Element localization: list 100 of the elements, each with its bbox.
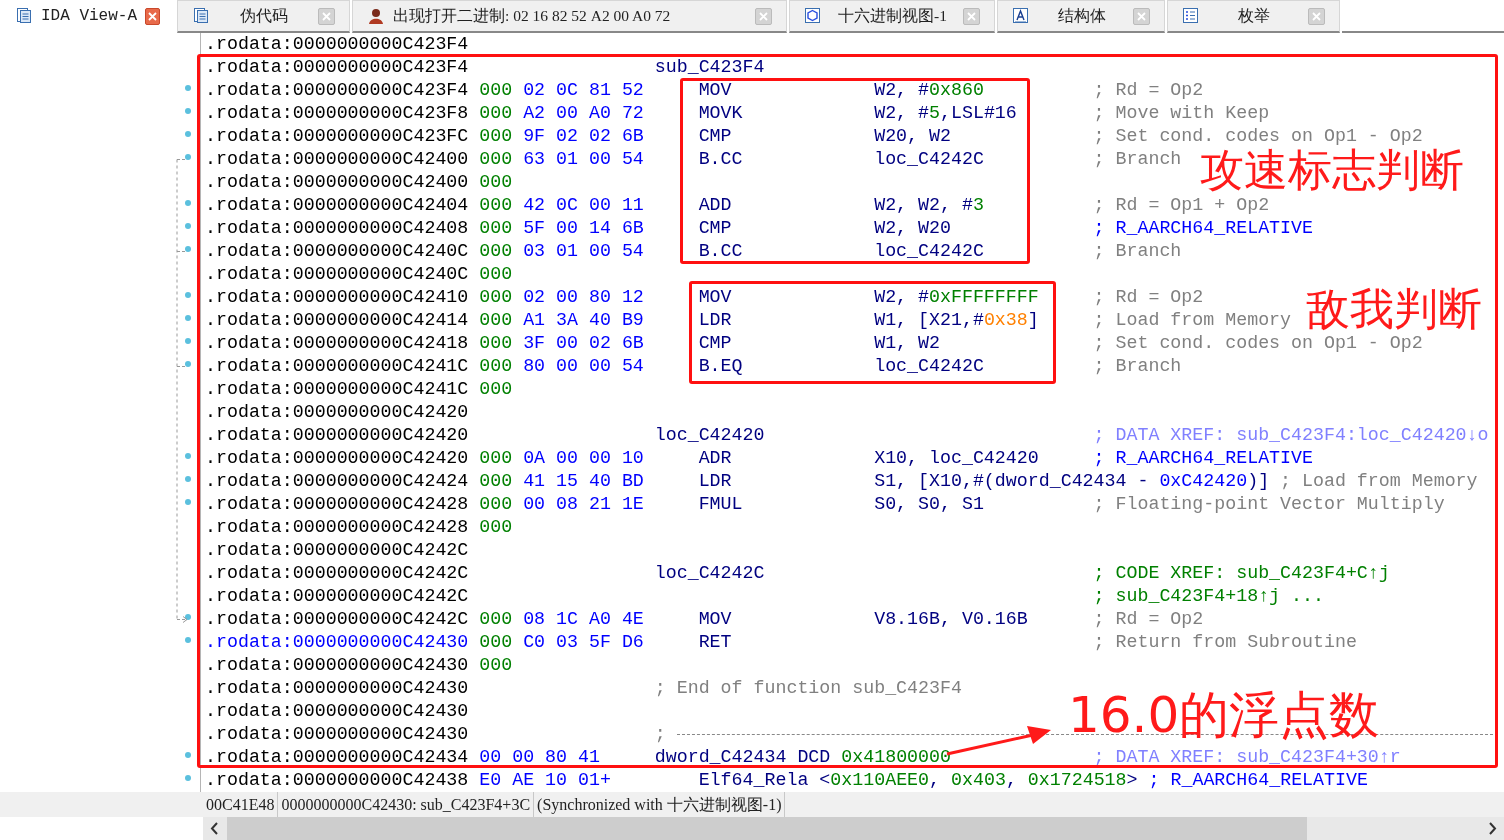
close-icon	[967, 11, 976, 21]
tab[interactable]: 结构体	[997, 0, 1165, 33]
tab[interactable]: 枚举	[1167, 0, 1340, 33]
address-text[interactable]: .rodata:0000000000C42408	[205, 217, 480, 240]
structure-icon	[1012, 7, 1030, 25]
mnemonic-text: CMP	[698, 332, 733, 355]
comment-text: ; DATA XREF: sub_C423F4+30↑r	[1093, 746, 1401, 769]
address-text[interactable]: .rodata:0000000000C4241C	[205, 355, 480, 378]
operand-text: V8.16B, V0.16B	[874, 609, 1028, 629]
address-text[interactable]: .rodata:0000000000C4241C	[205, 378, 480, 401]
address-text[interactable]: .rodata:0000000000C42404	[205, 194, 480, 217]
opcode-bytes: 03 01 00 54	[523, 241, 644, 261]
operand-text: 0x41800000	[841, 747, 951, 767]
opcode-bytes: 08 1C A0 4E	[523, 609, 644, 629]
address-text[interactable]: .rodata:0000000000C42400	[205, 148, 480, 171]
opcode-bytes: A1 3A 40 B9	[523, 310, 644, 330]
close-icon	[1137, 11, 1146, 21]
comment-text: ; Rd = Op2	[1093, 286, 1204, 309]
address-text[interactable]: .rodata:0000000000C4242C	[205, 562, 480, 585]
byte-prefix-text: 000	[479, 80, 513, 100]
person-icon	[367, 7, 385, 25]
operand-text: W1, W2	[874, 333, 940, 353]
address-text[interactable]: .rodata:0000000000C423FC	[205, 125, 480, 148]
address-text[interactable]: .rodata:0000000000C423F4	[205, 56, 480, 79]
tab[interactable]: 出现打开二进制: 02 16 82 52 A2 00 A0 72	[352, 0, 787, 33]
byte-prefix-text: 000	[479, 356, 513, 376]
address-text[interactable]: .rodata:0000000000C42414	[205, 309, 480, 332]
address-text[interactable]: .rodata:0000000000C423F4	[205, 79, 480, 102]
operand-text: W2, #0xFFFFFFFF	[874, 287, 1039, 307]
byte-prefix-text: 000	[479, 379, 513, 399]
opcode-bytes: 9F 02 02 6B	[523, 126, 644, 146]
address-text[interactable]: .rodata:0000000000C42400	[205, 171, 480, 194]
comment-text: ; Branch	[1093, 148, 1182, 171]
byte-prefix-text: 000	[479, 632, 513, 652]
mnemonic-text: B.EQ	[698, 355, 744, 378]
tab[interactable]: 伪代码	[177, 0, 350, 33]
comment-text: ; Load from Memory	[1280, 470, 1478, 493]
operand-text: W2, #5,LSL#16	[874, 103, 1017, 123]
address-text[interactable]: .rodata:0000000000C42430	[205, 654, 480, 677]
close-button[interactable]	[145, 7, 160, 25]
comment-text: ; Floating-point Vector Multiply	[1093, 493, 1445, 516]
comment-text: ; DATA XREF: sub_C423F4:loc_C42420↓o	[1093, 424, 1489, 447]
comment-text: ; Set cond. codes on Op1 - Op2	[1093, 125, 1423, 148]
annotation-text: 攻速标志判断	[1200, 148, 1464, 192]
address-text[interactable]: .rodata:0000000000C42410	[205, 286, 480, 309]
byte-prefix-text: 000	[479, 195, 513, 215]
tab[interactable]: 十六进制视图-1	[789, 0, 995, 33]
address-text[interactable]: .rodata:0000000000C42430	[205, 631, 480, 654]
opcode-bytes: 02 0C 81 52	[523, 80, 644, 100]
address-text[interactable]: .rodata:0000000000C42434	[205, 746, 480, 769]
address-text[interactable]: .rodata:0000000000C42428	[205, 516, 480, 539]
mnemonic-text: MOV	[698, 79, 733, 102]
scrollbar-thumb[interactable]	[227, 817, 1307, 840]
address-text[interactable]: .rodata:0000000000C42420	[205, 401, 480, 424]
address-text[interactable]: .rodata:0000000000C4240C	[205, 263, 480, 286]
address-text[interactable]: .rodata:0000000000C4240C	[205, 240, 480, 263]
address-text[interactable]: .rodata:0000000000C4242C	[205, 539, 480, 562]
comment-text: ; Branch	[1093, 355, 1182, 378]
address-text[interactable]: .rodata:0000000000C42418	[205, 332, 480, 355]
comment-text: ; End of function sub_C423F4	[654, 677, 962, 700]
byte-prefix-text: 000	[479, 287, 513, 307]
mnemonic-text: CMP	[698, 217, 733, 240]
address-text[interactable]: .rodata:0000000000C42420	[205, 447, 480, 470]
address-text[interactable]: .rodata:0000000000C42428	[205, 493, 480, 516]
comment-text: ; Set cond. codes on Op1 - Op2	[1093, 332, 1423, 355]
mnemonic-text: MOVK	[698, 102, 744, 125]
comment-text: ; Return from Subroutine	[1093, 631, 1357, 654]
address-text[interactable]: .rodata:0000000000C42430	[205, 677, 480, 700]
opcode-bytes: 42 0C 00 11	[523, 195, 644, 215]
mnemonic-text: LDR	[698, 309, 733, 332]
label-text: sub_C423F4	[654, 57, 765, 77]
comment-text: ; Move with Keep	[1093, 102, 1270, 125]
opcode-bytes: 00 00 80 41	[479, 747, 600, 767]
address-text[interactable]: .rodata:0000000000C42424	[205, 470, 480, 493]
byte-prefix-text: 000	[479, 241, 513, 261]
operand-text: S0, S0, S1	[874, 494, 984, 514]
operand-text: S1, [X10,#(dword_C42434 - 0xC42420)]	[874, 471, 1270, 491]
address-text[interactable]: .rodata:0000000000C42420	[205, 424, 480, 447]
list-icon	[1182, 7, 1200, 25]
operand-text: W2, W2, #3	[874, 195, 984, 215]
opcode-bytes: C0 03 5F D6	[523, 632, 644, 652]
byte-prefix-text: 000	[479, 310, 513, 330]
mnemonic-text: CMP	[698, 125, 733, 148]
address-text[interactable]: .rodata:0000000000C423F8	[205, 102, 480, 125]
byte-prefix-text: 000	[479, 126, 513, 146]
address-text[interactable]: .rodata:0000000000C42430	[205, 700, 480, 723]
operand-text: loc_C4242C	[874, 149, 984, 169]
address-text[interactable]: .rodata:0000000000C42438	[205, 769, 480, 792]
byte-prefix-text: 000	[479, 149, 513, 169]
byte-prefix-text: 000	[479, 448, 513, 468]
address-text[interactable]: .rodata:0000000000C423F4	[205, 33, 480, 56]
mnemonic-text: B.CC	[698, 148, 744, 171]
address-text[interactable]: .rodata:0000000000C42430	[205, 723, 480, 746]
operand-text: loc_C4242C	[874, 356, 984, 376]
byte-prefix-text: 000	[479, 264, 513, 284]
annotation-text: 16.0的浮点数	[1068, 690, 1380, 740]
comment-text: ; CODE XREF: sub_C423F4+C↑j	[1093, 562, 1390, 585]
byte-prefix-text: 000	[479, 609, 513, 629]
address-text[interactable]: .rodata:0000000000C4242C	[205, 585, 480, 608]
address-text[interactable]: .rodata:0000000000C4242C	[205, 608, 480, 631]
